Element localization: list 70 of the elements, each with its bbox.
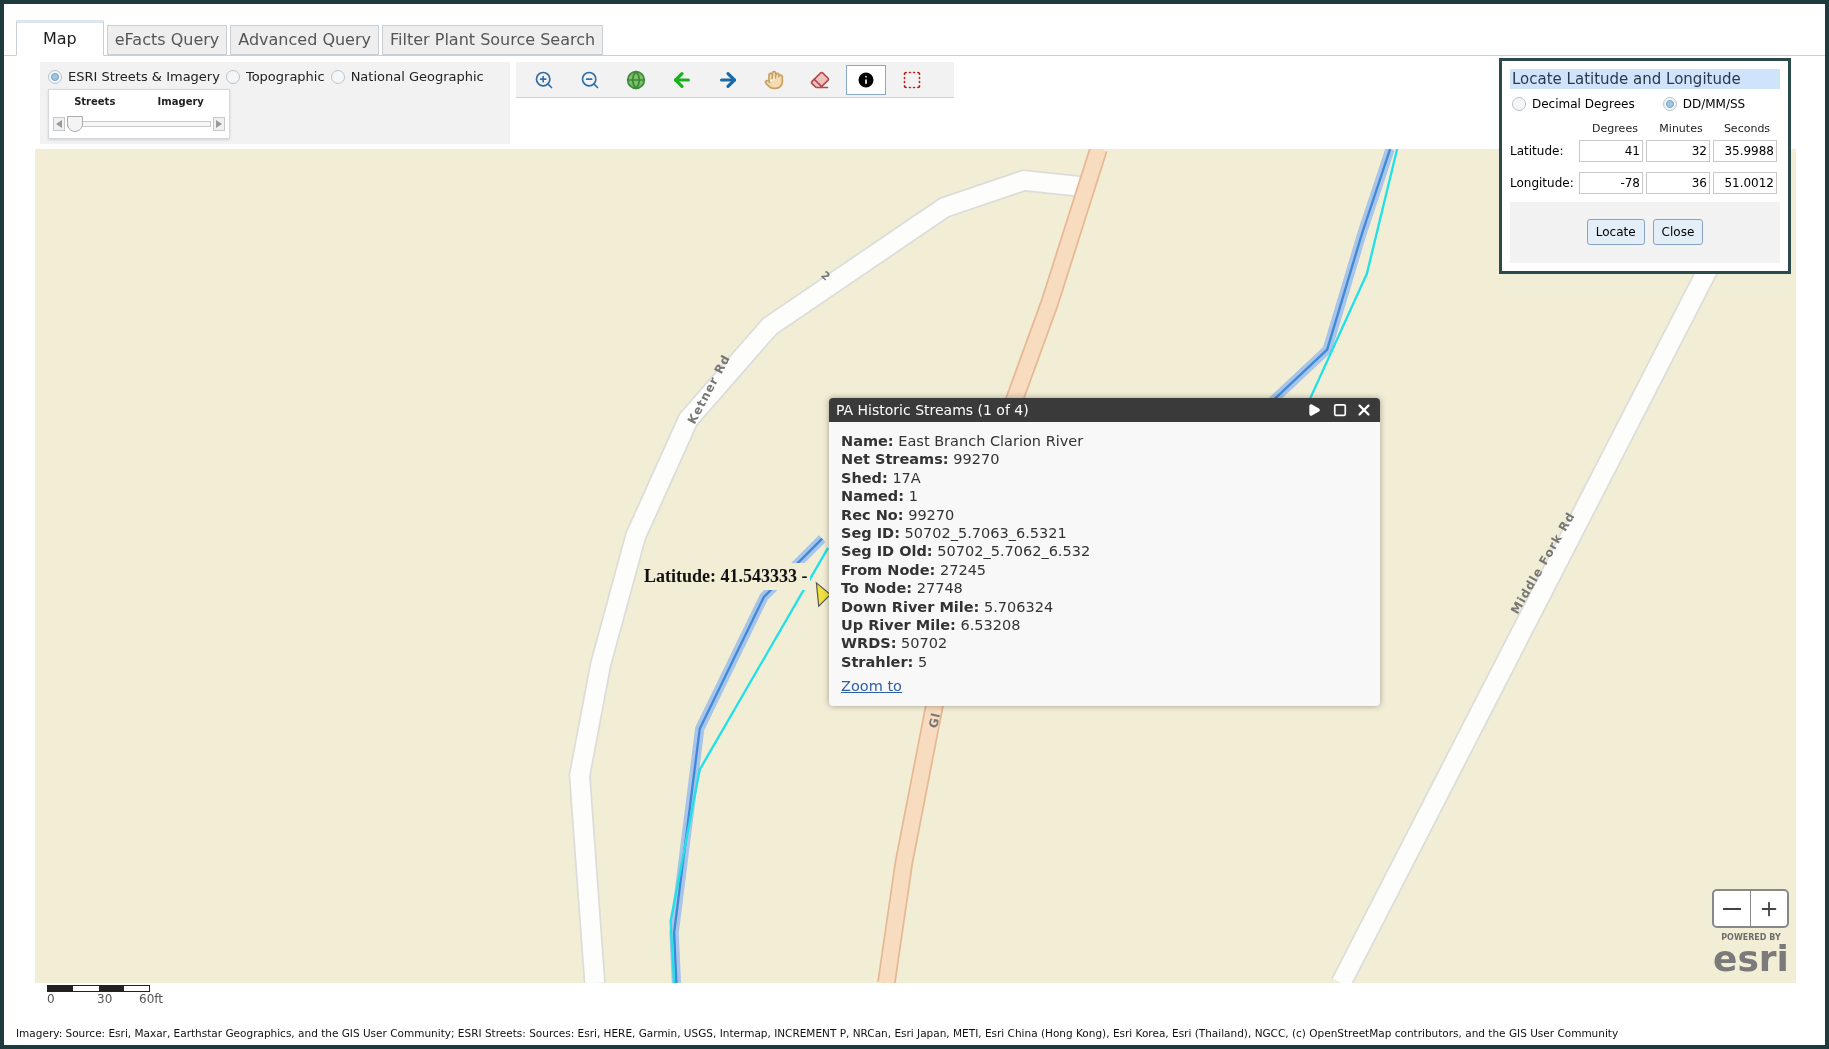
coordinate-input[interactable]: -78 [1579,171,1643,194]
slider-thumb[interactable] [67,115,84,132]
popup-field: Net Streams: 99270 [841,450,1380,469]
radio-button[interactable] [48,69,62,84]
coordinate-input[interactable]: 51.0012 [1713,171,1777,194]
basemap-label[interactable]: Topographic [245,67,325,87]
logo-caption: POWERED BY [1721,933,1781,942]
road-label: Gl [925,710,945,731]
popup-field: Rec No: 99270 [841,505,1380,525]
zoom-out-icon [580,69,600,90]
tab[interactable]: Advanced Query [230,25,379,55]
scale-label: 60ft [139,992,163,1006]
slider-right-arrow[interactable] [213,116,225,131]
road-label: 2 [817,267,835,286]
basemap-label[interactable]: ESRI Streets & Imagery [68,67,220,87]
maximize-icon[interactable] [1333,403,1347,417]
zoom-in-icon [534,69,554,90]
panel-title: Locate Latitude and Longitude [1510,69,1780,89]
coordinate-label: Latitude: 41.543333 - [642,563,810,590]
basemap-label[interactable]: National Geographic [350,67,484,87]
coordinate-input[interactable]: 35.9988 [1713,139,1777,162]
eraser-icon [810,69,830,90]
scale-label: 0 [47,992,56,1006]
tab[interactable]: eFacts Query [106,25,228,55]
coordinate-input[interactable]: 32 [1646,139,1710,162]
radio-button[interactable] [330,69,345,84]
popup-field: Named: 1 [841,487,1380,506]
globe-icon [626,69,646,90]
column-header: Degrees [1591,121,1639,137]
hand-icon [764,69,784,90]
slider-left-arrow[interactable] [53,116,65,131]
popup-title: PA Historic Streams (1 of 4) [836,400,1030,420]
row-label: Longitude: [1510,174,1575,192]
panel-button[interactable]: Locate [1586,219,1645,246]
column-header: Seconds [1722,121,1772,137]
close-icon[interactable] [1355,401,1373,419]
attribution-text: Imagery: Source: Esri, Maxar, Earthstar Geographics, and the GIS User Community; ESRI Streets: Sources: Esri, HERE, Garmin, USGS, Intermap, INCREMENT P, NRCan, Esri Japan, METI, Esri China (Hong Kong), Esri Korea, Esri (Thailand), NGCC, (c) OpenStreetMap contributors, and the GIS User Community [16,1027,1619,1039]
info-icon [856,69,876,90]
popup-field: Seg ID: 50702_5.7063_6.5321 [841,524,1380,543]
popup-field: From Node: 27245 [841,560,1380,580]
tab[interactable]: Filter Plant Source Search [382,25,604,55]
popup-field: Seg ID Old: 50702_5.7062_6.532 [841,542,1380,561]
coordinate-input[interactable]: 41 [1579,139,1643,162]
popup-field: Up River Mile: 6.53208 [841,616,1380,635]
column-header: Minutes [1658,121,1704,137]
format-label[interactable]: Decimal Degrees [1532,95,1635,113]
scale-label: 30 [97,992,114,1006]
popup-field: Shed: 17A [841,468,1380,488]
toolbar-button[interactable] [846,64,886,95]
slider-label: Imagery [157,94,204,109]
logo-wordmark: esri [1713,942,1789,976]
radio-button[interactable] [225,69,240,84]
popup-field: Name: East Branch Clarion River [841,432,1380,451]
slider-label: Streets [74,94,116,109]
popup-field: To Node: 27748 [841,579,1380,598]
radio-button[interactable] [1662,97,1677,111]
row-label: Latitude: [1510,142,1565,160]
coordinate-input[interactable]: 36 [1646,171,1710,194]
location-marker [815,581,832,608]
panel-button[interactable]: Close [1652,219,1704,246]
radio-button[interactable] [1512,97,1526,111]
select-rectangle-icon [902,69,922,90]
minus-icon [1723,907,1741,910]
tab[interactable]: Map [16,20,104,56]
popup-field: Down River Mile: 5.706324 [841,597,1380,617]
popup-field: Strahler: 5 [841,652,1380,672]
popup-field: WRDS: 50702 [841,634,1380,653]
zoom-to-link[interactable]: Zoom to [841,677,902,696]
format-label[interactable]: DD/MM/SS [1682,95,1746,113]
next-icon[interactable] [1307,403,1321,417]
